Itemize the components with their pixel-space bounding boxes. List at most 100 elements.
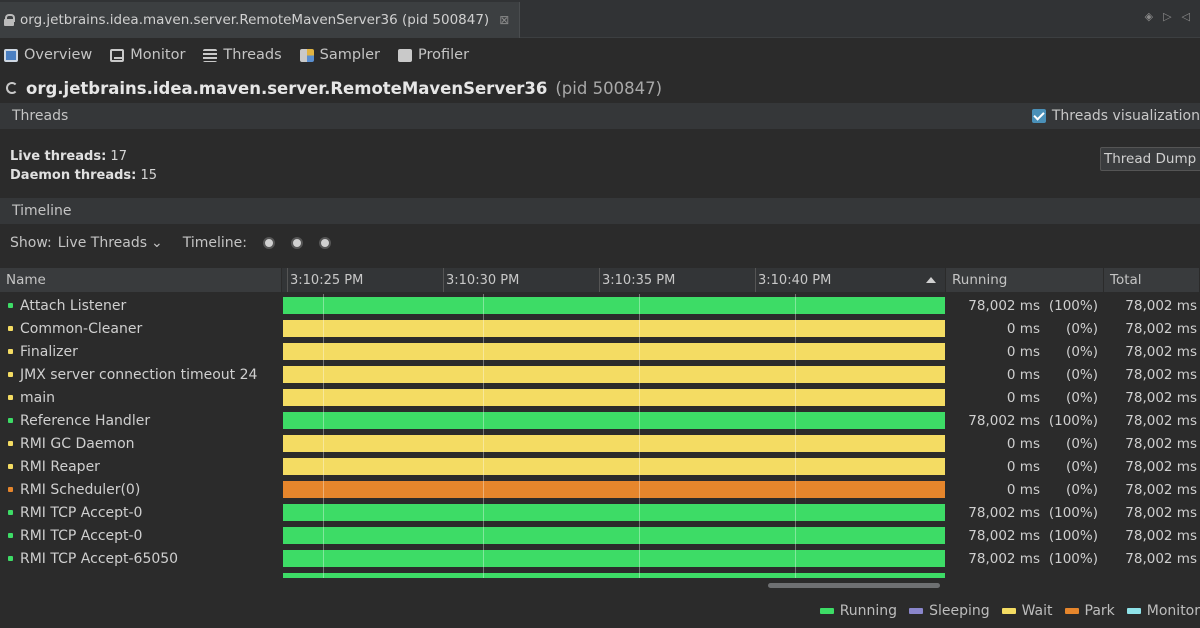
running-percent [1040,570,1104,578]
total-time: 78,002 ms [1125,412,1197,429]
table-row[interactable]: RMI Reaper 0 ms (0%) 78,002 ms [0,455,1200,478]
restore-icon[interactable]: ◈ [1145,10,1153,23]
threads-visualization-label: Threads visualization [1051,108,1200,124]
horizontal-scrollbar[interactable] [768,583,940,588]
live-threads-stat: Live threads: 17 [10,147,157,166]
table-header: Name 3:10:25 PM 3:10:30 PM 3:10:35 PM 3:… [0,268,1200,292]
table-row[interactable]: Attach Listener 78,002 ms (100%) 78,002 ms [0,294,1200,317]
table-row[interactable]: RMI TCP Accept-0 78,002 ms (100%) 78,002 ms [0,524,1200,547]
total-time: 78,002 ms [1125,458,1197,475]
live-threads-label: Live threads: [10,149,107,164]
legend-swatch [1001,608,1016,614]
tab-profiler-label: Profiler [418,47,470,63]
thread-state-indicator [8,533,13,538]
running-percent: (0%) [1066,458,1098,475]
daemon-threads-label: Daemon threads: [10,168,137,183]
running-percent: (100%) [1048,550,1098,567]
document-tab[interactable]: org.jetbrains.idea.maven.server.RemoteMa… [0,2,521,38]
refresh-icon [6,82,18,94]
running-time: 0 ms [1006,389,1040,406]
process-name: org.jetbrains.idea.maven.server.RemoteMa… [26,78,548,98]
table-row[interactable]: Reference Handler 78,002 ms (100%) 78,002 m… [0,409,1200,432]
total-time: 78,002 ms [1125,435,1197,452]
running-percent: (0%) [1066,320,1098,337]
table-row[interactable]: Finalizer 0 ms (0%) 78,002 ms [0,340,1200,363]
legend-label: Running [839,603,898,619]
legend-item-sleeping: Sleeping [909,603,990,619]
back-icon[interactable]: ◁ [1182,10,1190,23]
zoom-out-icon[interactable] [291,237,304,249]
forward-icon[interactable]: ▷ [1163,10,1171,23]
thread-name-cell: Attach Listener [0,294,282,317]
show-dropdown[interactable]: Live Threads ⌄ [58,235,163,251]
thread-timeline-bar [283,366,945,383]
table-row[interactable]: RMI Scheduler(0) 0 ms (0%) 78,002 ms [0,478,1200,501]
thread-name-cell: RMI Scheduler(0) [0,478,282,501]
total-time: 78,002 ms [1125,366,1197,383]
thread-dump-button[interactable]: Thread Dump [1100,147,1200,171]
tab-monitor-label: Monitor [130,47,186,63]
thread-state-indicator [8,372,13,377]
legend-item-monitor: Monitor [1126,603,1200,619]
total-time: 78,002 ms [1125,527,1197,544]
thread-name-cell [0,570,282,578]
running-time [946,570,1040,578]
tab-threads[interactable]: Threads [203,47,282,63]
legend-item-park: Park [1064,603,1115,619]
thread-name-cell: Finalizer [0,340,282,363]
running-percent: (0%) [1066,481,1098,498]
table-row[interactable] [0,570,1200,578]
table-row[interactable]: main 0 ms (0%) 78,002 ms [0,386,1200,409]
running-time: 0 ms [1006,481,1040,498]
table-row[interactable]: Common-Cleaner 0 ms (0%) 78,002 ms [0,317,1200,340]
sampler-icon [299,48,314,62]
running-percent: (100%) [1048,297,1098,314]
tab-monitor[interactable]: Monitor [110,47,185,63]
table-row[interactable]: RMI TCP Accept-65050 78,002 ms (100%) 78,00… [0,547,1200,570]
total-time: 78,002 ms [1125,504,1197,521]
table-row[interactable]: RMI TCP Accept-0 78,002 ms (100%) 78,002 ms [0,501,1200,524]
column-header-timeline[interactable]: 3:10:25 PM 3:10:30 PM 3:10:35 PM 3:10:40… [282,268,946,292]
column-header-total[interactable]: Total [1104,268,1200,292]
tab-sampler[interactable]: Sampler [299,47,380,63]
column-header-running[interactable]: Running [946,268,1104,292]
threads-visualization-checkbox[interactable] [1031,109,1046,123]
legend-swatch [819,608,834,614]
state-legend: Running Sleeping Wait Park Monitor [819,600,1200,622]
legend-item-running: Running [819,603,898,619]
threads-section-header: Threads Threads visualization [0,103,1200,129]
thread-state-indicator [8,441,13,446]
thread-timeline-bar [283,297,945,314]
column-header-name[interactable]: Name [0,268,282,292]
tab-overview[interactable]: Overview [4,47,92,63]
tab-threads-label: Threads [223,47,282,63]
running-time: 0 ms [1006,435,1040,452]
zoom-in-icon[interactable] [263,237,276,249]
running-time: 0 ms [1006,366,1040,383]
thread-name-cell: RMI TCP Accept-0 [0,501,282,524]
running-time: 78,002 ms [968,412,1040,429]
thread-name-cell: RMI TCP Accept-0 [0,524,282,547]
thread-name: RMI TCP Accept-65050 [20,550,179,567]
zoom-fit-icon[interactable] [319,237,332,249]
timeline-tick: 3:10:30 PM [442,268,519,292]
table-row[interactable]: JMX server connection timeout 24 0 ms (0%)… [0,363,1200,386]
thread-state-indicator [8,487,13,492]
running-percent: (100%) [1048,527,1098,544]
total-time: 78,002 ms [1125,481,1197,498]
thread-stats: Live threads: 17 Daemon threads: 15 [10,147,157,185]
table-row[interactable]: RMI GC Daemon 0 ms (0%) 78,002 ms [0,432,1200,455]
tab-profiler[interactable]: Profiler [398,47,469,63]
thread-name: JMX server connection timeout 24 [20,366,258,383]
thread-timeline-bar [283,343,945,360]
thread-timeline-bar [283,573,945,578]
threads-visualization-toggle[interactable]: Threads visualization [1031,103,1200,129]
running-percent: (0%) [1066,366,1098,383]
threads-icon [203,48,218,62]
thread-name-cell: RMI Reaper [0,455,282,478]
running-percent: (100%) [1048,504,1098,521]
close-icon[interactable]: ⊠ [499,13,509,27]
total-time: 78,002 ms [1125,320,1197,337]
chevron-down-icon: ⌄ [151,235,163,251]
thread-timeline-bar [283,435,945,452]
